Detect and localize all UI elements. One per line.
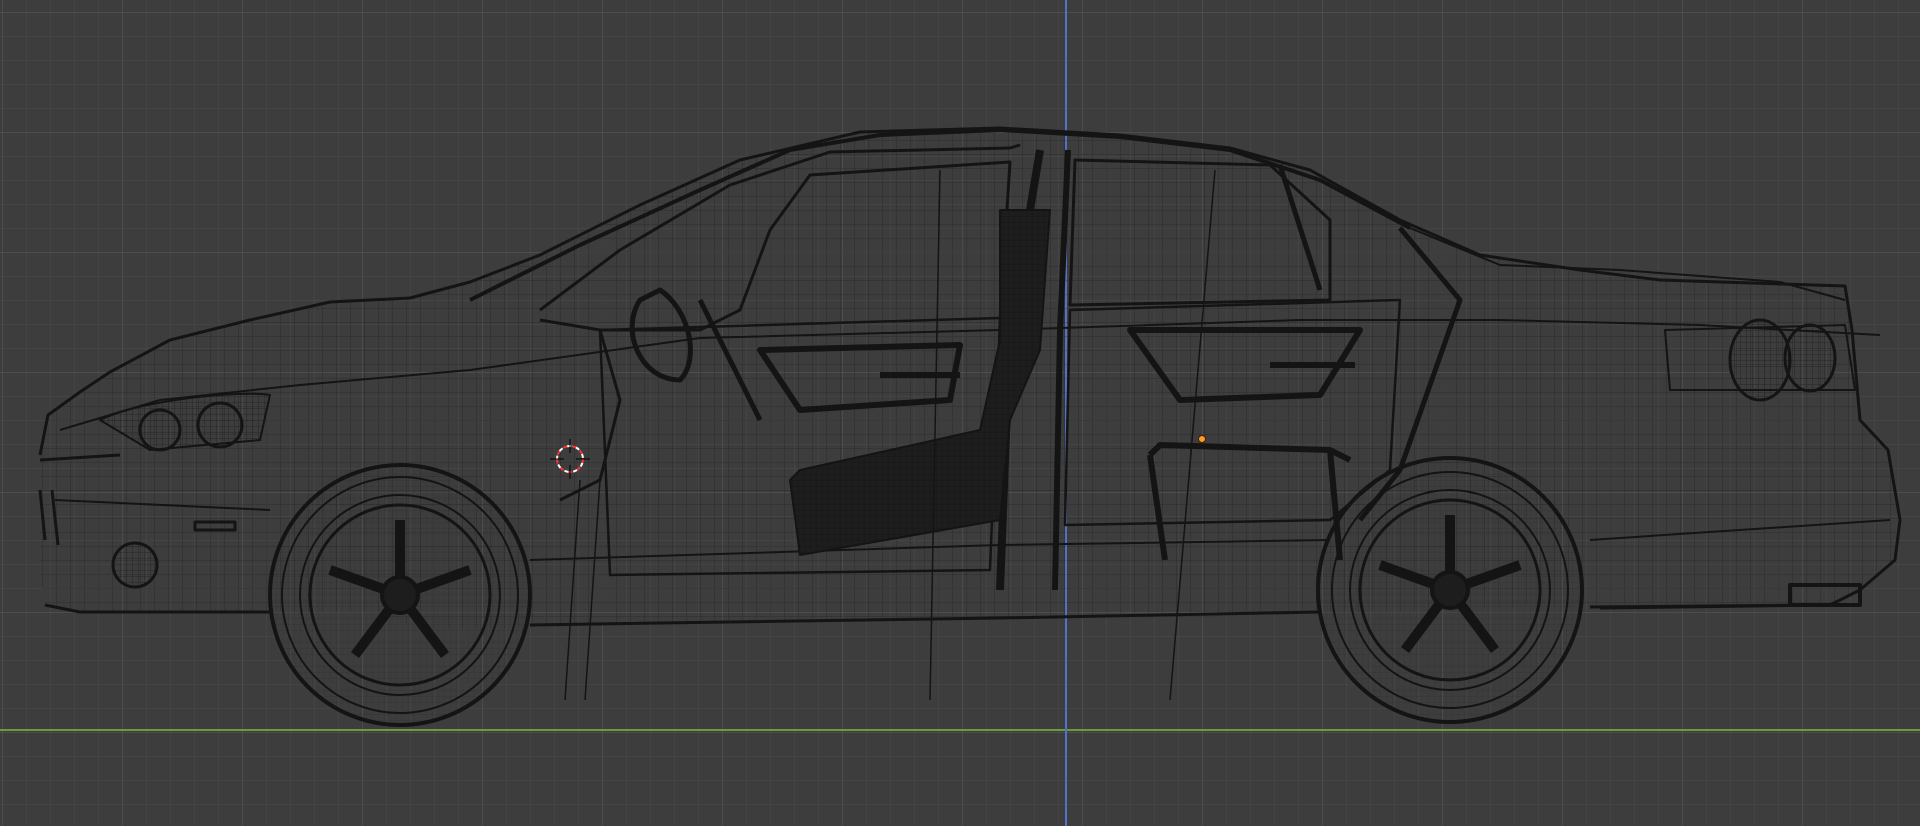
- fog-light: [111, 541, 159, 589]
- 3d-viewport[interactable]: [0, 0, 1920, 826]
- front-wheel: [268, 463, 532, 727]
- object-origin-dot-icon[interactable]: [1198, 435, 1206, 443]
- rear-wheel: [1316, 456, 1584, 724]
- viewport-canvas[interactable]: [0, 0, 1920, 826]
